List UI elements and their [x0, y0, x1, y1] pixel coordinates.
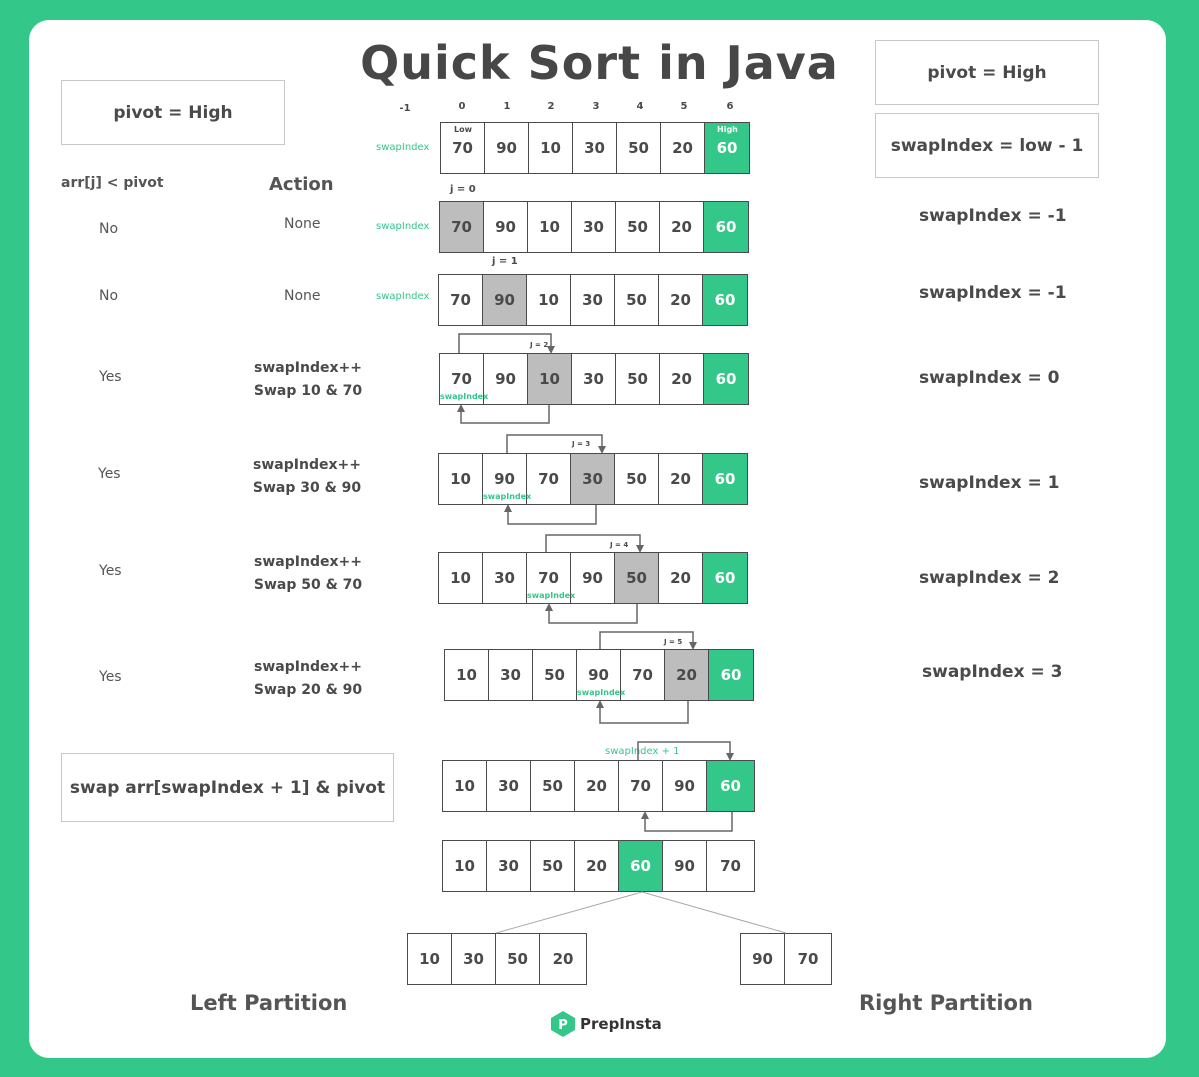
swap-arrow	[504, 504, 597, 525]
swap-arrow	[641, 811, 733, 832]
prepinsta-logo-icon: P	[551, 1011, 575, 1037]
swap-arrow	[599, 631, 697, 650]
svg-text:P: P	[558, 1018, 568, 1033]
swap-arrow	[506, 434, 606, 454]
brand-name: PrepInsta	[580, 1015, 662, 1033]
swap-arrow	[457, 404, 550, 424]
brand-logo: P PrepInsta	[550, 1010, 662, 1038]
swap-arrow	[596, 700, 689, 724]
partition-line	[495, 891, 643, 934]
partition-line	[641, 891, 787, 934]
swap-arrow	[458, 333, 555, 354]
swap-arrow	[637, 741, 734, 761]
connector-lines	[457, 333, 787, 934]
swap-arrow	[545, 603, 638, 624]
swap-arrow	[545, 534, 644, 553]
